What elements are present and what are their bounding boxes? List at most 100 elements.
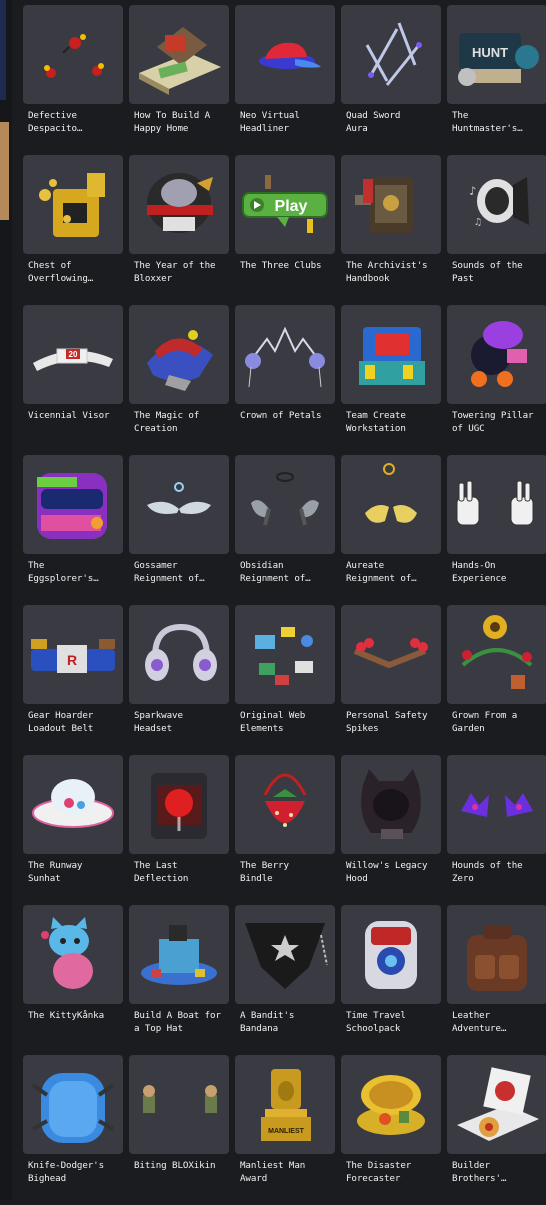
- pizza-box-icon[interactable]: [447, 1055, 546, 1154]
- item-name[interactable]: Neo Virtual Headliner: [240, 110, 332, 135]
- item-name[interactable]: Chest of Overflowing…: [28, 260, 120, 285]
- item-name[interactable]: Gossamer Reignment of…: [134, 560, 226, 585]
- workstation-icon[interactable]: [341, 305, 441, 404]
- catalog-item[interactable]: Neo Virtual Headliner: [235, 5, 335, 155]
- silver-mustache-icon[interactable]: [129, 455, 229, 554]
- leather-backpack-icon[interactable]: [447, 905, 546, 1004]
- catalog-item[interactable]: Biting BLOXikin: [129, 1055, 229, 1205]
- item-name[interactable]: The Year of the Bloxxer: [134, 260, 226, 285]
- speaker-icon[interactable]: ♪ ♫: [447, 155, 546, 254]
- catalog-item[interactable]: Hounds of the Zero: [447, 755, 546, 905]
- trophy-icon[interactable]: MANLIEST: [235, 1055, 335, 1154]
- catalog-item[interactable]: The Archivist's Handbook: [341, 155, 441, 305]
- catalog-item[interactable]: Knife-Dodger's Bighead: [23, 1055, 123, 1205]
- catalog-item[interactable]: Willow's Legacy Hood: [341, 755, 441, 905]
- red-cap-icon[interactable]: [235, 5, 335, 104]
- item-name[interactable]: Grown From a Garden: [452, 710, 544, 735]
- petal-crown-icon[interactable]: [235, 305, 335, 404]
- item-name[interactable]: Hands-On Experience: [452, 560, 544, 585]
- catalog-item[interactable]: Aureate Reignment of…: [341, 455, 441, 605]
- item-name[interactable]: The Three Clubs: [240, 260, 332, 273]
- item-name[interactable]: Gear Hoarder Loadout Belt: [28, 710, 120, 735]
- catalog-item[interactable]: Play The Three Clubs: [235, 155, 335, 305]
- item-name[interactable]: Build A Boat for a Top Hat: [134, 1010, 226, 1035]
- catalog-item[interactable]: The Magic of Creation: [129, 305, 229, 455]
- item-name[interactable]: Vicennial Visor: [28, 410, 120, 423]
- hunt-headphones-icon[interactable]: HUNT: [447, 5, 546, 104]
- sword-aura-icon[interactable]: [341, 5, 441, 104]
- schoolpack-icon[interactable]: [341, 905, 441, 1004]
- item-name[interactable]: The Huntmaster's…: [452, 110, 544, 135]
- catalog-item[interactable]: Crown of Petals: [235, 305, 335, 455]
- bloxikin-icon[interactable]: [129, 1055, 229, 1154]
- item-name[interactable]: Sparkwave Headset: [134, 710, 226, 735]
- catalog-item[interactable]: A Bandit's Bandana: [235, 905, 335, 1055]
- item-name[interactable]: Manliest Man Award: [240, 1160, 332, 1185]
- catalog-item[interactable]: Towering Pillar of UGC: [447, 305, 546, 455]
- catalog-item[interactable]: Personal Safety Spikes: [341, 605, 441, 755]
- gold-chest-icon[interactable]: [23, 155, 123, 254]
- item-name[interactable]: Obsidian Reignment of…: [240, 560, 332, 585]
- item-name[interactable]: Builder Brothers'…: [452, 1160, 544, 1185]
- visor-icon[interactable]: 20: [23, 305, 123, 404]
- catalog-item[interactable]: Grown From a Garden: [447, 605, 546, 755]
- catalog-item[interactable]: Build A Boat for a Top Hat: [129, 905, 229, 1055]
- catalog-item[interactable]: The Berry Bindle: [235, 755, 335, 905]
- item-name[interactable]: Team Create Workstation: [346, 410, 438, 435]
- item-name[interactable]: The Archivist's Handbook: [346, 260, 438, 285]
- strawberry-bag-icon[interactable]: [235, 755, 335, 854]
- catalog-item[interactable]: Sparkwave Headset: [129, 605, 229, 755]
- catalog-item[interactable]: MANLIEST Manliest Man Award: [235, 1055, 335, 1205]
- item-name[interactable]: A Bandit's Bandana: [240, 1010, 332, 1035]
- catalog-item[interactable]: Leather Adventure…: [447, 905, 546, 1055]
- catalog-item[interactable]: Quad Sword Aura: [341, 5, 441, 155]
- bloxxer-helmet-icon[interactable]: [129, 155, 229, 254]
- item-name[interactable]: The Last Deflection: [134, 860, 226, 885]
- item-name[interactable]: The Eggsplorer's…: [28, 560, 120, 585]
- item-name[interactable]: Willow's Legacy Hood: [346, 860, 438, 885]
- boat-tophat-icon[interactable]: [129, 905, 229, 1004]
- red-beetle-icon[interactable]: [23, 5, 123, 104]
- catalog-item[interactable]: The Runway Sunhat: [23, 755, 123, 905]
- obsidian-wings-icon[interactable]: [235, 455, 335, 554]
- catalog-item[interactable]: Gossamer Reignment of…: [129, 455, 229, 605]
- item-name[interactable]: The Runway Sunhat: [28, 860, 120, 885]
- catalog-item[interactable]: How To Build A Happy Home: [129, 5, 229, 155]
- catalog-item[interactable]: Chest of Overflowing…: [23, 155, 123, 305]
- catalog-item[interactable]: Builder Brothers'…: [447, 1055, 546, 1205]
- item-name[interactable]: Leather Adventure…: [452, 1010, 544, 1035]
- item-name[interactable]: The Magic of Creation: [134, 410, 226, 435]
- catalog-item[interactable]: R Gear Hoarder Loadout Belt: [23, 605, 123, 755]
- catalog-item[interactable]: Original Web Elements: [235, 605, 335, 755]
- catalog-item[interactable]: Hands-On Experience: [447, 455, 546, 605]
- garden-icon[interactable]: [447, 605, 546, 704]
- creation-hat-icon[interactable]: [129, 305, 229, 404]
- eggsplorer-helmet-icon[interactable]: [23, 455, 123, 554]
- item-name[interactable]: How To Build A Happy Home: [134, 110, 226, 135]
- spikes-icon[interactable]: [341, 605, 441, 704]
- catalog-item[interactable]: HUNT The Huntmaster's…: [447, 5, 546, 155]
- play-sign-icon[interactable]: Play: [235, 155, 335, 254]
- item-name[interactable]: The KittyKånka: [28, 1010, 120, 1023]
- cat-hood-icon[interactable]: [341, 755, 441, 854]
- peace-hands-icon[interactable]: [447, 455, 546, 554]
- catalog-item[interactable]: The Disaster Forecaster: [341, 1055, 441, 1205]
- item-name[interactable]: Hounds of the Zero: [452, 860, 544, 885]
- item-name[interactable]: Aureate Reignment of…: [346, 560, 438, 585]
- item-name[interactable]: Knife-Dodger's Bighead: [28, 1160, 120, 1185]
- bandana-icon[interactable]: [235, 905, 335, 1004]
- item-name[interactable]: The Disaster Forecaster: [346, 1160, 438, 1185]
- gear-belt-icon[interactable]: R: [23, 605, 123, 704]
- item-name[interactable]: Sounds of the Past: [452, 260, 544, 285]
- ugc-pillar-icon[interactable]: [447, 305, 546, 404]
- item-name[interactable]: Original Web Elements: [240, 710, 332, 735]
- item-name[interactable]: Biting BLOXikin: [134, 1160, 226, 1173]
- catalog-item[interactable]: ♪ ♫ Sounds of the Past: [447, 155, 546, 305]
- bighead-icon[interactable]: [23, 1055, 123, 1154]
- catalog-item[interactable]: Time Travel Schoolpack: [341, 905, 441, 1055]
- catalog-item[interactable]: The KittyKånka: [23, 905, 123, 1055]
- deflection-icon[interactable]: [129, 755, 229, 854]
- catalog-item[interactable]: Obsidian Reignment of…: [235, 455, 335, 605]
- catalog-item[interactable]: The Eggsplorer's…: [23, 455, 123, 605]
- handbook-icon[interactable]: [341, 155, 441, 254]
